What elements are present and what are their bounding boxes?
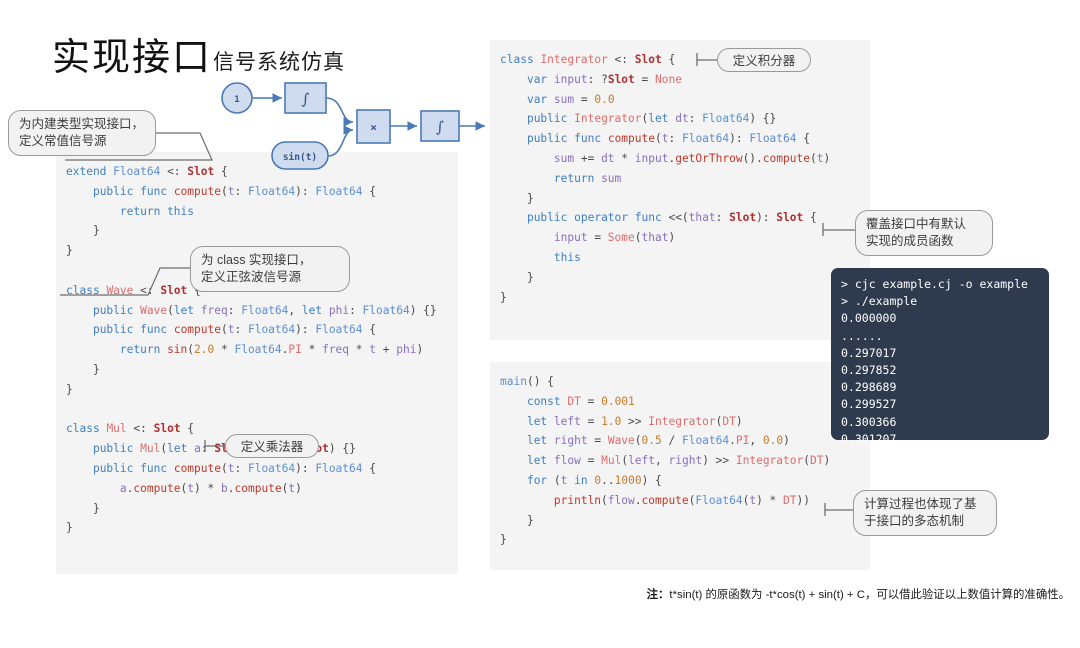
code-line: } xyxy=(500,270,534,284)
callout-builtin-interface: 为内建类型实现接口， 定义常值信号源 xyxy=(8,110,156,156)
code-line: } xyxy=(500,513,534,527)
code-line: return this xyxy=(119,204,195,218)
callout-override-default: 覆盖接口中有默认 实现的成员函数 xyxy=(855,210,993,256)
terminal-line: 0.299527 xyxy=(841,397,897,412)
code-line: for (t in 0..1000) { xyxy=(526,473,662,487)
code-line: } xyxy=(66,501,100,515)
signal-flow-diagram: 1 ∫ sin(t) × ∫ xyxy=(210,72,490,172)
footer-note-label: 注： xyxy=(646,589,670,601)
code-line: } xyxy=(500,533,507,547)
footer-note-text: t*sin(t) 的原函数为 -t*cos(t) + sin(t) + C，可以… xyxy=(669,589,1070,601)
code-line: sum += dt * input.getOrThrow().compute(t… xyxy=(553,151,831,165)
terminal-line: 0.297017 xyxy=(841,345,897,360)
code-line: public func compute(t: Float64): Float64… xyxy=(92,323,376,337)
code-line: public operator func <<(that: Slot): Slo… xyxy=(526,211,817,225)
code-line: println(flow.compute(Float64(t) * DT)) xyxy=(553,493,810,507)
terminal-line: ...... xyxy=(841,328,883,343)
terminal-line: 0.000000 xyxy=(841,311,897,326)
code-line: var sum = 0.0 xyxy=(526,92,615,106)
code-line: let left = 1.0 >> Integrator(DT) xyxy=(526,414,743,428)
diagram-node-constant-label: 1 xyxy=(234,95,239,105)
code-line: public func compute(t: Float64): Float64… xyxy=(526,132,810,146)
code-line: a.compute(t) * b.compute(t) xyxy=(119,481,302,495)
diagram-node-integrator-2-label: ∫ xyxy=(436,118,444,136)
code-line: return sum xyxy=(553,171,622,185)
code-line: } xyxy=(500,290,507,304)
code-line: return sin(2.0 * Float64.PI * freq * t +… xyxy=(119,343,424,357)
callout-polymorphism: 计算过程也体现了基 于接口的多态机制 xyxy=(853,490,997,536)
diagram-node-sine-label: sin(t) xyxy=(283,152,317,163)
code-line: const DT = 0.001 xyxy=(526,394,635,408)
code-line: let flow = Mul(left, right) >> Integrato… xyxy=(526,454,831,468)
callout-define-integrator: 定义积分器 xyxy=(717,48,811,72)
code-line: class Integrator <: Slot { xyxy=(500,53,676,66)
code-line: } xyxy=(500,191,534,205)
terminal-line: 0.301207 xyxy=(841,431,897,446)
code-line: } xyxy=(66,382,73,396)
code-panel-integrator: class Integrator <: Slot { var input: ?S… xyxy=(490,40,870,340)
callout-class-interface: 为 class 实现接口， 定义正弦波信号源 xyxy=(190,246,350,292)
diagram-node-integrator-1-label: ∫ xyxy=(302,90,310,108)
code-panel-main: main() { const DT = 0.001 let left = 1.0… xyxy=(490,362,870,570)
terminal-line: 0.297852 xyxy=(841,363,897,378)
code-line: public func compute(t: Float64): Float64… xyxy=(92,461,376,475)
code-line: input = Some(that) xyxy=(553,231,676,245)
page-title: 实现接口 xyxy=(52,37,213,79)
terminal-line: > cjc example.cj -o example xyxy=(841,277,1028,291)
terminal-line: 0.300366 xyxy=(841,414,897,429)
code-line: var input: ?Slot = None xyxy=(526,72,682,86)
code-line: public func compute(t: Float64): Float64… xyxy=(92,184,376,198)
code-line: public Wave(let freq: Float64, let phi: … xyxy=(92,303,437,317)
code-line: main() { xyxy=(500,375,554,388)
code-line: } xyxy=(66,362,100,376)
terminal-line: 0.298689 xyxy=(841,380,897,395)
footer-note: 注：t*sin(t) 的原函数为 -t*cos(t) + sin(t) + C，… xyxy=(600,586,1070,602)
code-line: } xyxy=(66,521,73,535)
code-line: public Integrator(let dt: Float64) {} xyxy=(526,112,777,126)
terminal-line: > ./example xyxy=(841,294,918,309)
code-panel-left: extend Float64 <: Slot { public func com… xyxy=(56,152,458,574)
code-line: let right = Wave(0.5 / Float64.PI, 0.0) xyxy=(526,434,790,448)
code-line: this xyxy=(553,250,581,264)
diagram-node-multiplier-label: × xyxy=(370,121,377,134)
code-line: } xyxy=(66,224,100,238)
terminal-output: > cjc example.cj -o example > ./example 0.… xyxy=(831,268,1049,446)
callout-define-multiplier: 定义乘法器 xyxy=(225,434,319,458)
